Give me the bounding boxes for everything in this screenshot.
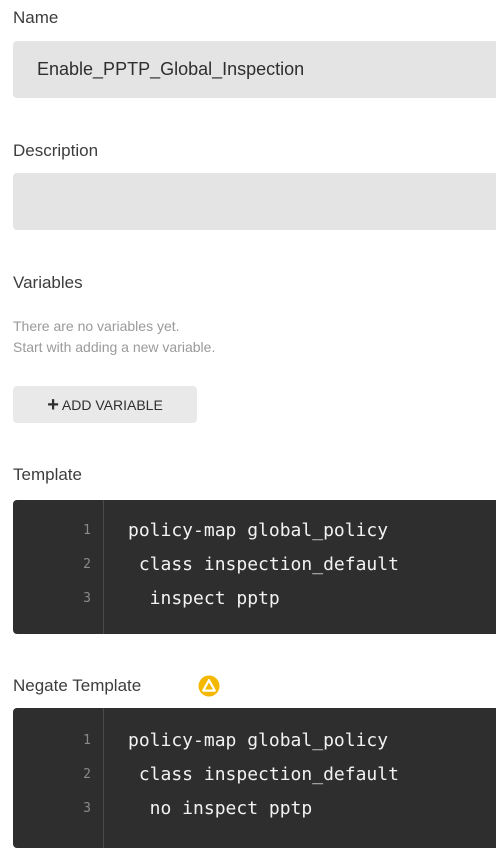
variables-label: Variables (13, 273, 83, 292)
line-number: 3 (83, 800, 91, 816)
code-line: 2 class inspection_default (13, 547, 399, 581)
code-text: class inspection_default (128, 763, 399, 785)
name-label: Name (13, 8, 59, 27)
code-line: 3 no inspect pptp (13, 791, 312, 825)
warning-icon (198, 675, 220, 697)
code-line: 3 inspect pptp (13, 581, 280, 615)
line-number: 3 (83, 590, 91, 606)
add-variable-button[interactable]: + ADD VARIABLE (13, 386, 197, 423)
plus-icon: + (47, 393, 59, 416)
negate-template-label: Negate Template (13, 676, 142, 695)
line-number: 1 (83, 732, 91, 748)
code-text: no inspect pptp (128, 797, 313, 819)
code-text: class inspection_default (128, 553, 399, 575)
line-number: 2 (83, 766, 91, 782)
code-text: policy-map global_policy (128, 519, 389, 541)
template-label: Template (13, 465, 82, 484)
code-text: inspect pptp (128, 587, 280, 609)
add-variable-button-label: ADD VARIABLE (61, 396, 163, 413)
name-input[interactable]: Enable_PPTP_Global_Inspection (13, 41, 496, 98)
line-number: 2 (83, 556, 91, 572)
line-number: 1 (83, 522, 91, 538)
code-line: 2 class inspection_default (13, 757, 399, 791)
code-line: 1 policy-map global_policy (13, 513, 388, 547)
no-variables-text: There are no variables yet. (13, 318, 180, 334)
add-variable-hint: Start with adding a new variable. (13, 339, 216, 355)
code-text: policy-map global_policy (128, 729, 389, 751)
description-input[interactable] (13, 173, 496, 230)
template-editor[interactable]: 1 policy-map global_policy 2 class inspe… (13, 500, 496, 634)
code-line: 1 policy-map global_policy (13, 723, 388, 757)
description-label: Description (13, 141, 99, 160)
negate-template-editor[interactable]: 1 policy-map global_policy 2 class inspe… (13, 708, 496, 848)
